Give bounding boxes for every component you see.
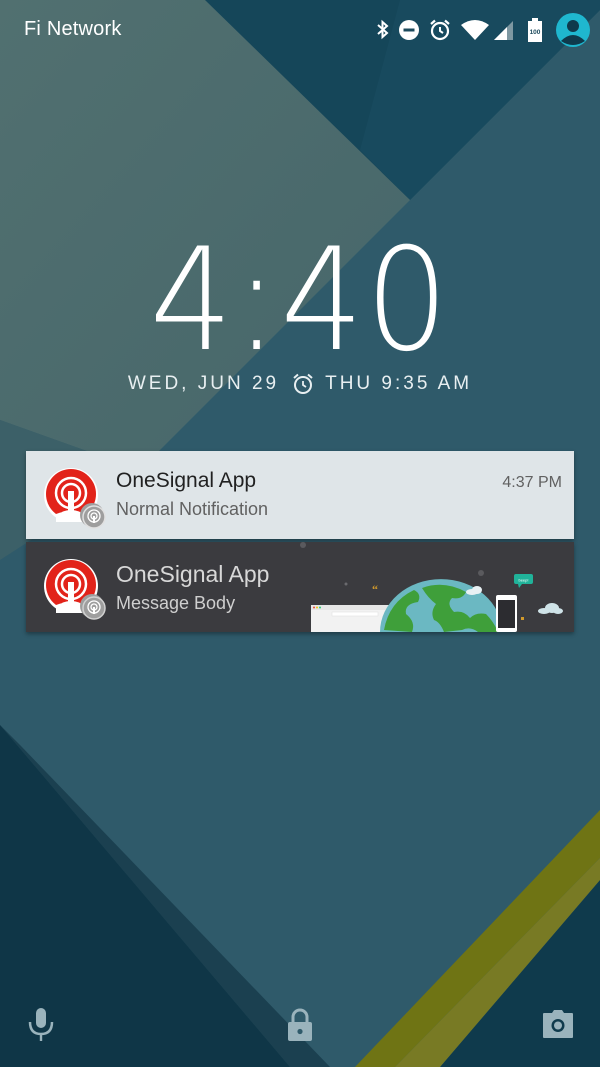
cell-signal-icon xyxy=(492,19,514,41)
date-text: WED, JUN 29 xyxy=(127,373,280,394)
notification-title: OneSignal App xyxy=(116,561,270,587)
alarm-icon xyxy=(291,372,315,396)
notification-time: 4:37 PM xyxy=(502,474,562,491)
do-not-disturb-icon xyxy=(398,19,420,41)
onesignal-small-icon xyxy=(80,503,106,529)
voice-assist-button[interactable] xyxy=(26,1006,56,1047)
notification-title: OneSignal App xyxy=(116,469,257,492)
microphone-icon xyxy=(26,1006,56,1047)
bluetooth-icon xyxy=(376,19,390,41)
svg-text:“: “ xyxy=(372,582,378,596)
status-bar[interactable]: Fi Network 100 xyxy=(0,0,600,60)
bubble-text: beep! xyxy=(518,578,528,583)
lockscreen-clock: 4:40 xyxy=(149,218,451,383)
alarm-icon xyxy=(428,18,452,42)
notification-big-picture-image: “ beep! xyxy=(300,542,563,632)
user-avatar[interactable] xyxy=(556,13,590,47)
notification-body: Message Body xyxy=(116,593,236,613)
status-icons: 100 xyxy=(368,10,600,50)
notification-body: Normal Notification xyxy=(116,499,269,519)
unlock-button[interactable] xyxy=(285,1008,315,1047)
battery-level-text: 100 xyxy=(530,29,541,36)
notification-normal[interactable]: OneSignal App Normal Notification 4:37 P… xyxy=(26,451,574,539)
notification-big-picture[interactable]: “ beep! OneSignal App Message Body xyxy=(26,542,574,632)
next-alarm-text: THU 9:35 AM xyxy=(325,373,473,394)
onesignal-small-icon xyxy=(80,594,106,620)
wifi-icon xyxy=(460,19,490,41)
camera-icon xyxy=(542,1009,574,1044)
battery-icon: 100 xyxy=(528,18,542,42)
camera-button[interactable] xyxy=(540,1009,576,1044)
carrier-name: Fi Network xyxy=(24,18,122,40)
date-and-alarm: WED, JUN 29 THU 9:35 AM xyxy=(0,372,600,396)
lock-icon xyxy=(287,1008,313,1047)
